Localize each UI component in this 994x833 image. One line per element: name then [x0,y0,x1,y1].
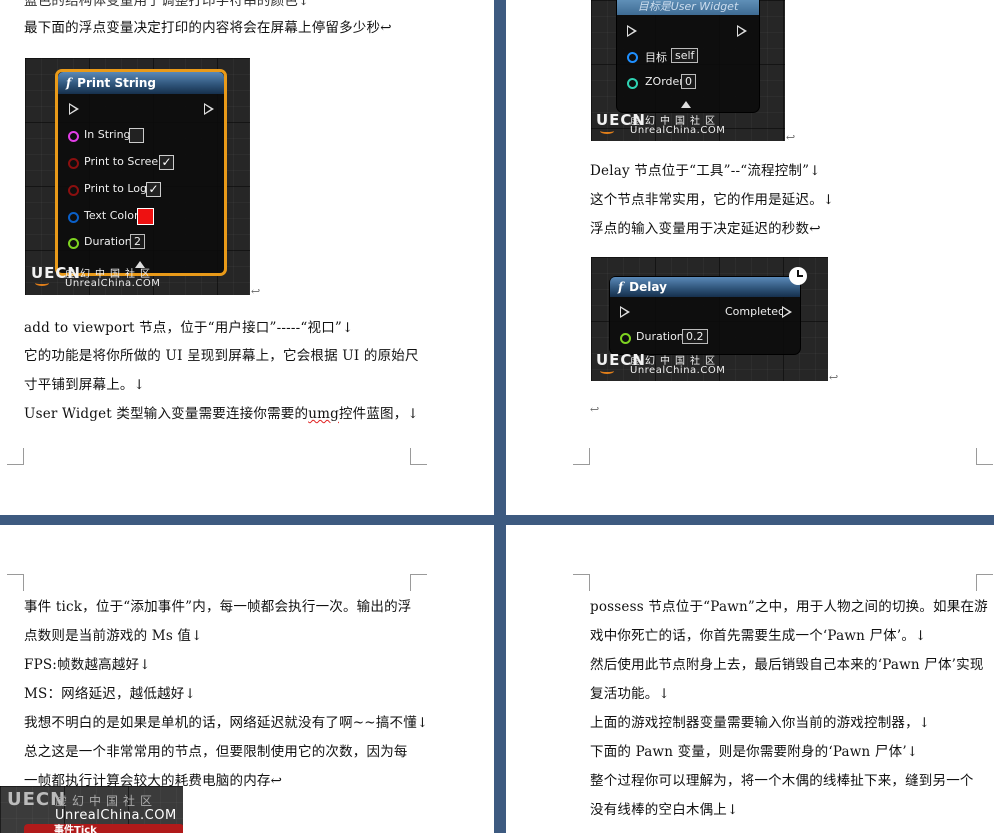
completed-label: Completed [725,305,785,318]
bool-pin-icon [68,185,79,196]
checkbox-print-to-log: ✓ [146,182,161,197]
exec-out-pin-icon [204,103,214,115]
pin-label: Duration [84,235,132,248]
pin-label: Text Color [84,209,139,222]
exec-in-pin-icon [69,103,79,115]
watermark-url: UnrealChina.COM [630,365,726,376]
text-line: possess 节点位于“Pawn”之中，用于人物之间的切换。如果在游 [590,599,988,615]
text-line: 下面的 Pawn 变量，则是你需要附身的‘Pawn 尸体’↓ [590,744,919,760]
margin-corner [7,448,24,465]
text-line: 整个过程你可以理解为，将一个木偶的线棒扯下来，缝到另一个 [590,773,974,789]
print-string-screenshot: f Print String In String Print to Screen … [25,58,250,295]
text-line: add to viewport 节点，位于“用户接口”-----“视口”↓ [24,320,354,336]
pin-label: Print to Log [84,182,147,195]
object-pin-icon [627,52,638,63]
add-to-viewport-screenshot: 目标是User Widget 目标 self ZOrder 0 UECN 虚幻中… [591,0,785,141]
delay-node: f Delay Completed Duration 0.2 [609,276,801,355]
text-line: FPS:帧数越高越好↓ [24,657,151,673]
event-tick-header: 事件Tick [24,824,183,833]
bool-pin-icon [68,158,79,169]
float-pin-icon [68,238,79,249]
watermark-url: UnrealChina.COM [55,808,177,823]
text-line: 戏中你死亡的话，你首先需要生成一个‘Pawn 尸体’。↓ [590,628,927,644]
misspelled-word: umg [308,406,339,422]
event-tick-screenshot: UECN 虚幻中国社区 UnrealChina.COM 事件Tick [0,786,183,833]
pin-label: 目标 [645,51,667,64]
paragraph-mark: ↩ [590,403,600,416]
struct-pin-icon [68,212,79,223]
color-swatch [137,208,154,225]
margin-corner [573,448,590,465]
text-line: MS：网络延迟，越低越好↓ [24,686,196,702]
exec-in-pin-icon [620,306,630,318]
exec-out-pin-icon [737,25,747,37]
paragraph-mark: ↩ [829,371,839,384]
clock-icon [789,267,807,285]
float-pin-icon [620,333,631,344]
margin-corner [410,448,427,465]
margin-corner [7,574,24,591]
margin-corner [573,574,590,591]
text-line: 这个节点非常实用，它的作用是延迟。↓ [590,192,835,208]
text-line: 它的功能是将你所做的 UI 呈现到屏幕上，它会根据 UI 的原始尺 [24,348,419,364]
text-line: 寸平铺到屏幕上。↓ [24,377,146,393]
int-pin-icon [627,78,638,89]
pin-label: In String [84,128,131,141]
text-line: 浮点的输入变量用于决定延迟的秒数↩ [590,221,821,237]
in-string-box [129,128,144,143]
node-title: Delay [629,280,667,294]
margin-corner [410,574,427,591]
paragraph-mark: ↩ [786,131,796,144]
text-line: 复活功能。↓ [590,686,671,702]
pin-label: Print to Screen [84,155,166,168]
string-pin-icon [68,131,79,142]
expand-arrow-icon [681,101,691,108]
margin-corner [976,574,993,591]
text-line: 上面的游戏控制器变量需要输入你当前的游戏控制器，↓ [590,715,931,731]
logo-arc-icon [35,280,49,286]
function-icon: f [618,280,624,294]
pin-label: ZOrder [645,75,684,88]
duration-value: 0.2 [682,329,708,344]
exec-out-pin-icon [782,306,792,318]
text-line: 总之这是一个非常常用的节点，但要限制使用它的次数，因为每 [24,744,408,760]
text-line: 蓝色的结构体变量用于调整打印字符串的颜色↓ [24,0,310,9]
node-title: Print String [77,76,156,90]
text-line: 事件 tick，位于“添加事件”内，每一帧都会执行一次。输出的浮 [24,599,412,615]
function-icon: f [66,76,72,90]
text-line: 然后使用此节点附身上去，最后销毁自己本来的‘Pawn 尸体’实现 [590,657,984,673]
text-line: Delay 节点位于“工具”--“流程控制”↓ [590,163,821,179]
text-line: 没有线棒的空白木偶上↓ [590,802,739,818]
target-value: self [671,48,699,63]
document-page-1: 蓝色的结构体变量用于调整打印字符串的颜色↓ 最下面的浮点变量决定打印的内容将会在… [0,0,494,515]
node-subtitle: 目标是User Widget [617,0,759,15]
watermark-url: UnrealChina.COM [65,278,161,289]
watermark-url: UnrealChina.COM [630,125,726,136]
text-line: 最下面的浮点变量决定打印的内容将会在屏幕上停留多少秒↩ [24,20,392,36]
document-page-3: 事件 tick，位于“添加事件”内，每一帧都会执行一次。输出的浮 点数则是当前游… [0,525,494,833]
exec-in-pin-icon [627,25,637,37]
duration-value: 2 [130,234,145,249]
logo-arc-icon [600,368,614,374]
pin-label: Duration [636,330,684,343]
print-string-node: f Print String In String Print to Screen … [55,69,227,276]
watermark-cn: 虚幻中国社区 [55,794,158,808]
logo-arc-icon [600,128,614,134]
text-line: 点数则是当前游戏的 Ms 值↓ [24,628,203,644]
document-page-2: 目标是User Widget 目标 self ZOrder 0 UECN 虚幻中… [506,0,994,515]
paragraph-mark: ↩ [251,285,261,298]
margin-corner [976,448,993,465]
text-line: 我想不明白的是如果是单机的话，网络延迟就没有了啊~~搞不懂↓ [24,715,429,731]
document-page-4: possess 节点位于“Pawn”之中，用于人物之间的切换。如果在游 戏中你死… [506,525,994,833]
add-to-viewport-node: 目标是User Widget 目标 self ZOrder 0 [616,0,760,113]
checkbox-print-to-screen: ✓ [159,155,174,170]
zorder-value: 0 [681,74,696,89]
text-line: User Widget 类型输入变量需要连接你需要的umg控件蓝图，↓ [24,406,419,422]
delay-screenshot: f Delay Completed Duration 0.2 UECN 虚幻中国社… [591,257,828,381]
